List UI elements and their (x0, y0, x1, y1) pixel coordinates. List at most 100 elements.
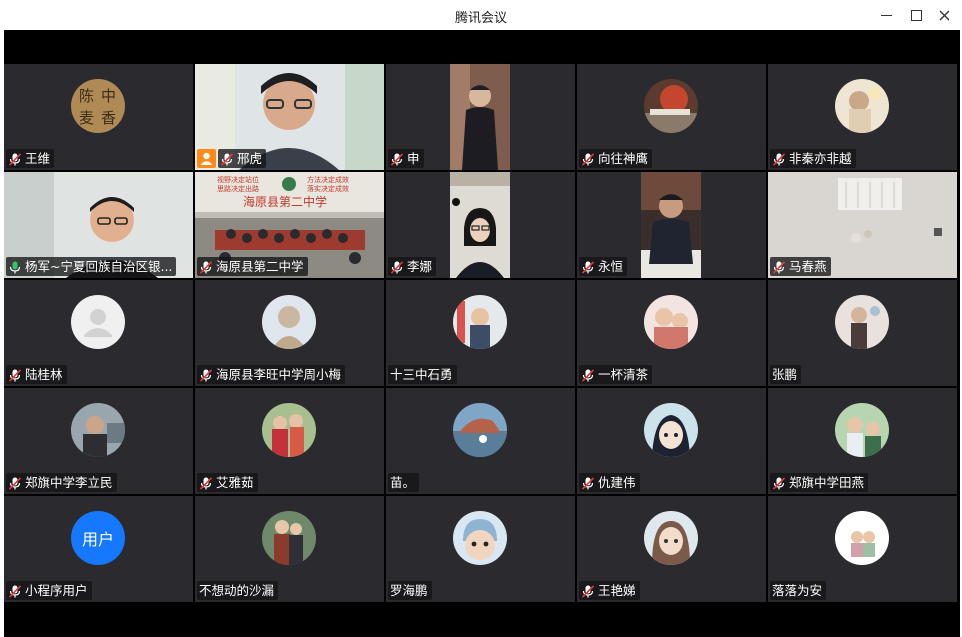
participant-tile[interactable]: 郑旗中学李立民 (4, 388, 193, 494)
host-person-icon (197, 149, 216, 168)
participant-tile[interactable]: 十三中石勇 (386, 280, 575, 386)
mic-muted-icon (8, 152, 22, 166)
default-user-icon (84, 309, 112, 337)
participant-name: 李娜 (407, 259, 433, 274)
participant-name: 郑旗中学田燕 (789, 475, 865, 490)
participant-avatar (644, 79, 698, 133)
participant-tile[interactable]: 永恒 (577, 172, 766, 278)
mic-muted-icon (581, 476, 595, 490)
participant-tile[interactable]: 艾雅茹 (195, 388, 384, 494)
participant-name-label: 海原县第二中学 (197, 257, 308, 276)
mic-muted-icon (772, 476, 786, 490)
participant-name: 向往神鹰 (598, 151, 649, 166)
minimize-icon (880, 14, 892, 16)
participant-avatar (453, 295, 507, 349)
participant-avatar (453, 511, 507, 565)
participant-avatar (71, 295, 125, 349)
participant-avatar: 用户 (71, 511, 125, 565)
minimize-button[interactable] (872, 4, 900, 26)
participant-tile[interactable]: 李娜 (386, 172, 575, 278)
mic-muted-icon (772, 260, 786, 274)
maximize-icon (910, 9, 922, 21)
participant-tile[interactable]: 申 (386, 64, 575, 170)
participant-avatar (71, 403, 125, 457)
participant-name-label: 杨军~宁夏回族自治区银... (6, 257, 177, 276)
title-bar: 腾讯会议 (0, 0, 962, 30)
participant-avatar (262, 403, 316, 457)
participant-name: 海原县李旺中学周小梅 (216, 367, 342, 382)
mic-muted-icon (581, 260, 595, 274)
participant-name-label: 郑旗中学田燕 (770, 473, 869, 492)
banner-line1-left: 视野决定站位 (217, 175, 259, 184)
participant-tile[interactable]: 非秦亦非越 (768, 64, 957, 170)
participant-tile[interactable]: 邢虎 (195, 64, 384, 170)
participant-name-label: 郑旗中学李立民 (6, 473, 117, 492)
window-title: 腾讯会议 (454, 11, 507, 26)
close-icon (939, 10, 949, 20)
mic-on-icon (9, 260, 21, 274)
participant-tile[interactable]: 陆桂林 (4, 280, 193, 386)
participant-tile[interactable]: 不想动的沙漏 (195, 496, 384, 602)
participant-name-label: 李娜 (388, 257, 437, 276)
participant-name: 不想动的沙漏 (199, 583, 275, 598)
participant-name: 永恒 (598, 259, 624, 274)
participant-name: 郑旗中学李立民 (25, 475, 113, 490)
mic-muted-icon (772, 152, 786, 166)
participant-name: 邢虎 (237, 151, 263, 166)
participant-avatar: 陈中麦香 (71, 79, 125, 133)
mic-muted-icon (199, 260, 213, 274)
participant-name: 非秦亦非越 (789, 151, 852, 166)
participant-name-label: 马春燕 (770, 257, 831, 276)
participant-name: 张鹏 (772, 367, 798, 382)
participant-name-label: 海原县李旺中学周小梅 (197, 365, 346, 384)
participant-tile[interactable]: 陈中麦香王维 (4, 64, 193, 170)
participant-name-label: 一杯清茶 (579, 365, 653, 384)
participant-name: 陆桂林 (25, 367, 63, 382)
mic-muted-icon (581, 368, 595, 382)
banner-school-name: 海原县第二中学 (243, 194, 327, 209)
participant-tile[interactable]: 王艳娣 (577, 496, 766, 602)
participant-name: 落落为安 (772, 583, 823, 598)
participant-name: 十三中石勇 (390, 367, 453, 382)
participant-avatar (644, 511, 698, 565)
participant-name: 艾雅茹 (216, 475, 254, 490)
banner-line2-left: 思路决定出路 (217, 184, 259, 193)
participant-tile[interactable]: 视野决定站位 方法决定成效 思路决定出路 落实决定成效 海原县第二中学 海原县第二中学 (195, 172, 384, 278)
calligraphy-char: 香 (101, 109, 116, 127)
participant-name-label: 艾雅茹 (197, 473, 258, 492)
banner-line2-right: 落实决定成效 (307, 184, 349, 193)
participant-avatar (835, 295, 889, 349)
participant-tile[interactable]: 苗。 (386, 388, 575, 494)
participant-name-label: 陆桂林 (6, 365, 67, 384)
participant-avatar (644, 295, 698, 349)
participant-name: 王艳娣 (598, 583, 636, 598)
mic-muted-icon (390, 152, 404, 166)
mic-muted-icon (199, 368, 213, 382)
participant-name: 苗。 (390, 475, 416, 490)
mic-muted-icon (8, 584, 22, 598)
participant-tile[interactable]: 一杯清茶 (577, 280, 766, 386)
participant-name-label: 不想动的沙漏 (197, 581, 279, 600)
participant-name-label: 小程序用户 (6, 581, 92, 600)
mic-muted-icon (581, 584, 595, 598)
participant-name-label: 邢虎 (218, 149, 267, 168)
participant-tile[interactable]: 杨军~宁夏回族自治区银... (4, 172, 193, 278)
participant-tile[interactable]: 向往神鹰 (577, 64, 766, 170)
mic-muted-icon (199, 476, 213, 490)
participant-tile[interactable]: 用户小程序用户 (4, 496, 193, 602)
participant-tile[interactable]: 马春燕 (768, 172, 957, 278)
participant-tile[interactable]: 张鹏 (768, 280, 957, 386)
participant-tile[interactable]: 罗海鹏 (386, 496, 575, 602)
participant-tile[interactable]: 落落为安 (768, 496, 957, 602)
participant-tile[interactable]: 仇建伟 (577, 388, 766, 494)
participant-name-label: 仇建伟 (579, 473, 640, 492)
participant-tile[interactable]: 郑旗中学田燕 (768, 388, 957, 494)
participant-tile[interactable]: 海原县李旺中学周小梅 (195, 280, 384, 386)
maximize-button[interactable] (902, 4, 930, 26)
participant-avatar (644, 403, 698, 457)
participant-name: 罗海鹏 (390, 583, 428, 598)
participant-name-label: 向往神鹰 (579, 149, 653, 168)
participant-name-label: 王维 (6, 149, 55, 168)
close-button[interactable] (930, 4, 958, 26)
participant-name: 一杯清茶 (598, 367, 649, 382)
